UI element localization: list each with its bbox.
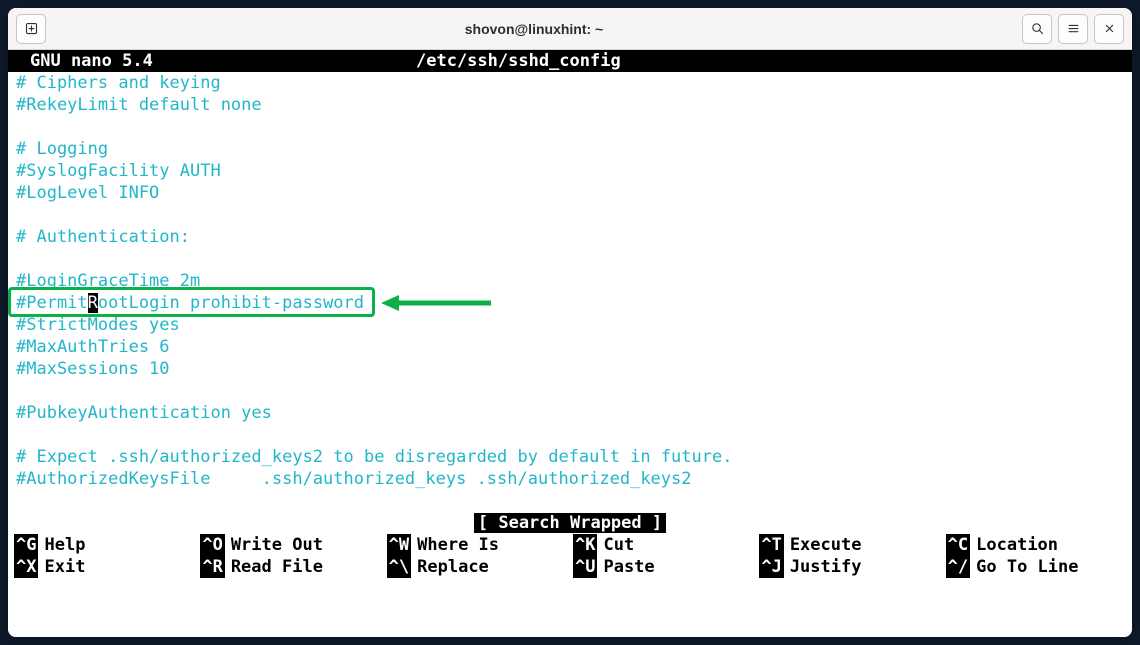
shortcut-key: ^X bbox=[14, 556, 38, 578]
nano-shortcut: ^GHelp bbox=[14, 534, 200, 556]
shortcut-label: Cut bbox=[597, 534, 634, 556]
editor-line: #LogLevel INFO bbox=[16, 182, 1132, 204]
shortcut-key: ^O bbox=[200, 534, 224, 556]
nano-shortcut: ^TExecute bbox=[759, 534, 945, 556]
nano-shortcut: ^UPaste bbox=[573, 556, 759, 578]
editor-line bbox=[16, 424, 1132, 446]
editor-line: #StrictModes yes bbox=[16, 314, 1132, 336]
shortcut-key: ^T bbox=[759, 534, 783, 556]
shortcut-label: Exit bbox=[38, 556, 85, 578]
nano-shortcut: ^KCut bbox=[573, 534, 759, 556]
nano-filename: /etc/ssh/sshd_config bbox=[416, 50, 621, 72]
editor-line: #AuthorizedKeysFile .ssh/authorized_keys… bbox=[16, 468, 1132, 490]
shortcut-label: Execute bbox=[784, 534, 862, 556]
editor-line: #LoginGraceTime 2m bbox=[16, 270, 1132, 292]
editor-line bbox=[16, 380, 1132, 402]
nano-shortcut: ^RRead File bbox=[200, 556, 386, 578]
editor-line: #MaxSessions 10 bbox=[16, 358, 1132, 380]
editor-line: # Expect .ssh/authorized_keys2 to be dis… bbox=[16, 446, 1132, 468]
editor-line bbox=[16, 490, 1132, 512]
shortcut-key: ^U bbox=[573, 556, 597, 578]
editor-content[interactable]: # Ciphers and keying#RekeyLimit default … bbox=[8, 72, 1132, 512]
shortcut-key: ^J bbox=[759, 556, 783, 578]
shortcut-label: Location bbox=[970, 534, 1058, 556]
nano-shortcut: ^\Replace bbox=[387, 556, 573, 578]
nano-shortcuts: ^GHelp^OWrite Out^WWhere Is^KCut^TExecut… bbox=[8, 534, 1132, 578]
shortcut-key: ^G bbox=[14, 534, 38, 556]
shortcut-key: ^W bbox=[387, 534, 411, 556]
shortcut-key: ^K bbox=[573, 534, 597, 556]
editor-line: # Ciphers and keying bbox=[16, 72, 1132, 94]
editor-line: # Logging bbox=[16, 138, 1132, 160]
editor-line: #PubkeyAuthentication yes bbox=[16, 402, 1132, 424]
nano-message: [ Search Wrapped ] bbox=[474, 513, 666, 533]
editor-line: #RekeyLimit default none bbox=[16, 94, 1132, 116]
editor-line bbox=[16, 248, 1132, 270]
menu-button[interactable] bbox=[1058, 14, 1088, 44]
editor-line: #PermitRootLogin prohibit-password bbox=[16, 292, 1132, 314]
shortcut-label: Replace bbox=[411, 556, 489, 578]
nano-shortcut: ^JJustify bbox=[759, 556, 945, 578]
editor-line: #MaxAuthTries 6 bbox=[16, 336, 1132, 358]
nano-shortcut: ^/Go To Line bbox=[946, 556, 1132, 578]
search-button[interactable] bbox=[1022, 14, 1052, 44]
shortcut-label: Where Is bbox=[411, 534, 499, 556]
nano-shortcut: ^OWrite Out bbox=[200, 534, 386, 556]
nano-message-bar: [ Search Wrapped ] bbox=[8, 512, 1132, 534]
shortcut-key: ^R bbox=[200, 556, 224, 578]
shortcut-label: Read File bbox=[225, 556, 323, 578]
shortcut-key: ^/ bbox=[946, 556, 970, 578]
editor-line: # Authentication: bbox=[16, 226, 1132, 248]
shortcut-key: ^\ bbox=[387, 556, 411, 578]
nano-status-bar: GNU nano 5.4 /etc/ssh/sshd_config bbox=[8, 50, 1132, 72]
close-button[interactable] bbox=[1094, 14, 1124, 44]
nano-shortcut: ^XExit bbox=[14, 556, 200, 578]
shortcut-label: Help bbox=[38, 534, 85, 556]
editor-line bbox=[16, 204, 1132, 226]
shortcut-label: Paste bbox=[597, 556, 654, 578]
editor-line: #SyslogFacility AUTH bbox=[16, 160, 1132, 182]
nano-app-label: GNU nano 5.4 bbox=[16, 50, 416, 72]
nano-shortcut: ^CLocation bbox=[946, 534, 1132, 556]
shortcut-label: Go To Line bbox=[970, 556, 1078, 578]
nano-shortcut: ^WWhere Is bbox=[387, 534, 573, 556]
editor-line bbox=[16, 116, 1132, 138]
new-tab-button[interactable] bbox=[16, 14, 46, 44]
shortcut-label: Justify bbox=[784, 556, 862, 578]
terminal-content[interactable]: GNU nano 5.4 /etc/ssh/sshd_config # Ciph… bbox=[8, 50, 1132, 637]
window-titlebar: shovon@linuxhint: ~ bbox=[8, 8, 1132, 50]
shortcut-label: Write Out bbox=[225, 534, 323, 556]
shortcut-key: ^C bbox=[946, 534, 970, 556]
window-title: shovon@linuxhint: ~ bbox=[54, 21, 1014, 37]
terminal-window: shovon@linuxhint: ~ GNU nano 5.4 /etc/ss… bbox=[8, 8, 1132, 637]
text-cursor: R bbox=[88, 293, 98, 313]
